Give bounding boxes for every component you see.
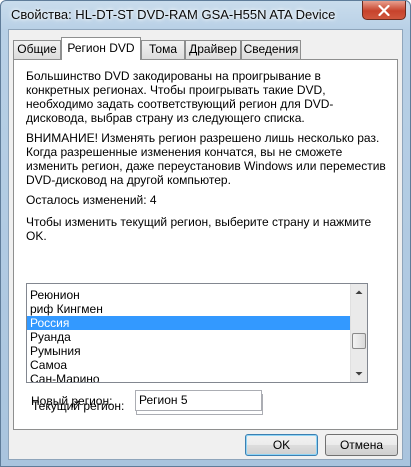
country-list-item[interactable]: Румыния xyxy=(27,344,351,358)
country-list-item[interactable]: Самоа xyxy=(27,358,351,372)
instruction-text: Чтобы изменить текущий регион, выберите … xyxy=(26,215,372,243)
country-listbox[interactable]: Реюнион риф Кингмен Россия Руанда Румыния Сам… xyxy=(26,283,368,383)
scroll-up-button[interactable] xyxy=(351,284,367,301)
country-list: Реюнион риф Кингмен Россия Руанда Румыния Сам… xyxy=(27,288,351,382)
country-list-item[interactable]: риф Кингмен xyxy=(27,302,351,316)
dialog-client-area: Общие Регион DVD Тома Драйвер Сведения Б… xyxy=(8,29,403,460)
tab-driver[interactable]: Драйвер xyxy=(185,40,241,59)
close-button[interactable] xyxy=(362,1,406,20)
cancel-button[interactable]: Отмена xyxy=(325,434,398,456)
tab-dvd-region[interactable]: Регион DVD xyxy=(61,37,141,60)
close-x-icon xyxy=(378,5,390,16)
scroll-down-button[interactable] xyxy=(351,365,367,382)
properties-dialog: Свойства: HL-DT-ST DVD-RAM GSA-H55N ATA … xyxy=(0,0,411,467)
dvd-region-panel: Большинство DVD закодированы на проигрыв… xyxy=(13,59,398,430)
country-list-item[interactable]: Сан-Марино xyxy=(27,372,351,382)
country-list-scrollbar[interactable] xyxy=(350,284,367,382)
tab-general[interactable]: Общие xyxy=(13,40,61,59)
intro-text: Большинство DVD закодированы на проигрыв… xyxy=(26,69,334,125)
scroll-thumb[interactable] xyxy=(352,333,366,349)
country-list-item[interactable]: Реюнион xyxy=(27,288,351,302)
new-region-field[interactable]: Регион 5 xyxy=(135,390,262,411)
country-list-item[interactable]: Россия xyxy=(27,316,351,330)
warning-text: ВНИМАНИЕ! Изменять регион разрешено лишь… xyxy=(26,131,386,187)
title-bar[interactable]: Свойства: HL-DT-ST DVD-RAM GSA-H55N ATA … xyxy=(1,1,410,29)
ok-button[interactable]: OK xyxy=(245,434,318,456)
changes-left-text: Осталось изменений: 4 xyxy=(26,193,157,207)
new-region-label: Новый регион: xyxy=(31,394,113,408)
window-title: Свойства: HL-DT-ST DVD-RAM GSA-H55N ATA … xyxy=(11,7,336,22)
tab-volumes[interactable]: Тома xyxy=(141,40,185,59)
tab-details[interactable]: Сведения xyxy=(241,40,301,59)
country-list-item[interactable]: Руанда xyxy=(27,330,351,344)
chevron-up-icon xyxy=(355,290,363,294)
chevron-down-icon xyxy=(355,372,363,376)
